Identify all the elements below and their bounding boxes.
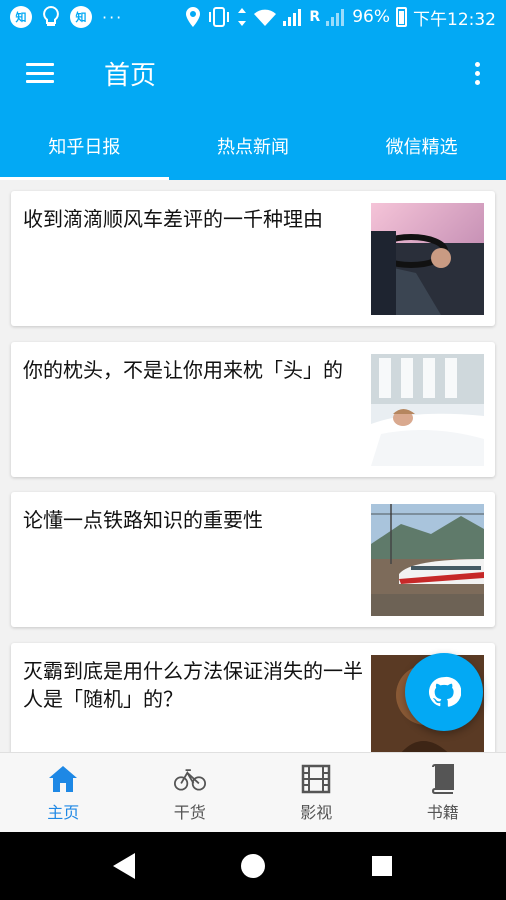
home-icon (47, 763, 79, 795)
battery-percent: 96% (352, 7, 390, 27)
tab-hot-news[interactable]: 热点新闻 (169, 112, 338, 180)
status-left: 知 知 ··· (10, 5, 123, 29)
book-icon (427, 763, 459, 795)
roaming-indicator: R (309, 9, 321, 25)
article-card[interactable]: 你的枕头，不是让你用来枕「头」的 (11, 342, 495, 477)
article-thumbnail (371, 504, 484, 616)
recents-icon[interactable] (362, 846, 402, 886)
article-thumbnail (371, 354, 484, 466)
page-title: 首页 (104, 60, 157, 91)
signal-icon (283, 8, 303, 26)
system-navigation-bar (0, 832, 506, 900)
github-icon (428, 676, 461, 707)
nav-movies-label: 影视 (300, 802, 333, 822)
article-title: 收到滴滴顺风车差评的一千种理由 (23, 207, 323, 231)
nav-movies[interactable]: 影视 (253, 753, 380, 832)
signal-icon-2 (326, 8, 346, 26)
status-bar: 知 知 ··· R 96% 下午12:32 (0, 0, 506, 34)
bottom-navigation: 主页 干货 影视 书籍 (0, 752, 506, 832)
battery-icon (396, 7, 407, 27)
hamburger-menu-icon[interactable] (26, 63, 54, 83)
data-transfer-icon (238, 8, 247, 26)
tab-zhihu-daily[interactable]: 知乎日报 (0, 112, 169, 180)
more-notifications-icon: ··· (102, 7, 124, 27)
overflow-menu-icon[interactable] (475, 61, 480, 85)
bicycle-icon (173, 763, 206, 795)
zhihu-notification-icon-2: 知 (70, 6, 92, 28)
article-title: 灭霸到底是用什么方法保证消失的一半人是「随机」的？ (23, 659, 363, 711)
back-icon[interactable] (104, 846, 144, 886)
article-card[interactable]: 收到滴滴顺风车差评的一千种理由 (11, 191, 495, 326)
clock: 下午12:32 (413, 9, 496, 30)
status-right: R 96% 下午12:32 (185, 5, 496, 30)
nav-home-label: 主页 (47, 802, 80, 822)
article-thumbnail (371, 203, 484, 315)
nav-books-label: 书籍 (426, 802, 459, 822)
article-title: 你的枕头，不是让你用来枕「头」的 (23, 358, 343, 382)
location-icon (186, 7, 201, 27)
zhihu-notification-icon: 知 (10, 6, 32, 28)
wifi-icon (254, 9, 277, 26)
vibrate-icon (209, 7, 230, 27)
lightbulb-icon (43, 5, 59, 26)
tab-bar: 知乎日报 热点新闻 微信精选 (0, 112, 506, 180)
nav-goods-label: 干货 (173, 802, 206, 822)
tab-wechat-picks[interactable]: 微信精选 (337, 112, 506, 180)
home-button-icon[interactable] (233, 846, 273, 886)
app-bar: 首页 (0, 34, 506, 112)
nav-goods[interactable]: 干货 (127, 753, 254, 832)
article-card[interactable]: 论懂一点铁路知识的重要性 (11, 492, 495, 627)
github-fab-button[interactable] (405, 653, 483, 731)
article-title: 论懂一点铁路知识的重要性 (23, 508, 263, 532)
film-icon (300, 763, 332, 795)
nav-home[interactable]: 主页 (0, 753, 127, 832)
nav-books[interactable]: 书籍 (380, 753, 506, 832)
